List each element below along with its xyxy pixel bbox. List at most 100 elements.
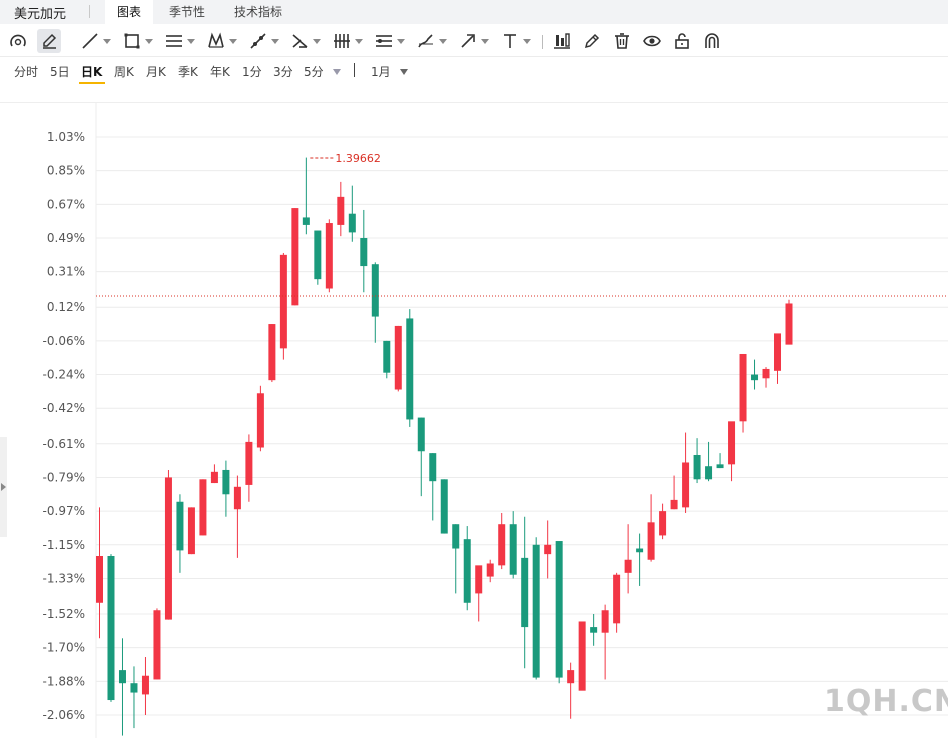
candle[interactable] bbox=[682, 432, 690, 513]
candle[interactable] bbox=[774, 333, 782, 384]
period-1min[interactable]: 1分 bbox=[242, 63, 262, 80]
period-weekly-k[interactable]: 周K bbox=[114, 63, 134, 80]
candle[interactable] bbox=[659, 503, 667, 540]
pen-tool[interactable] bbox=[582, 29, 602, 53]
magnet-toggle[interactable] bbox=[702, 29, 722, 53]
candle[interactable] bbox=[348, 185, 356, 242]
candle[interactable] bbox=[417, 417, 425, 497]
lock-toggle[interactable] bbox=[672, 29, 692, 53]
candle[interactable] bbox=[268, 324, 276, 383]
visibility-toggle[interactable] bbox=[642, 29, 662, 53]
candle[interactable] bbox=[475, 565, 483, 622]
candle[interactable] bbox=[509, 511, 517, 579]
candle[interactable] bbox=[670, 475, 678, 510]
period-intraday[interactable]: 分时 bbox=[14, 63, 38, 80]
candle[interactable] bbox=[578, 621, 586, 691]
candle[interactable] bbox=[601, 604, 609, 680]
candle[interactable] bbox=[463, 526, 471, 611]
parallel-channel-tool[interactable] bbox=[374, 29, 405, 53]
candle[interactable] bbox=[624, 524, 632, 594]
candle[interactable] bbox=[256, 385, 264, 452]
tab-chart[interactable]: 图表 bbox=[105, 0, 154, 24]
candle[interactable] bbox=[567, 662, 575, 719]
candle[interactable] bbox=[613, 572, 621, 633]
period-yearly-k[interactable]: 年K bbox=[210, 63, 230, 80]
candle[interactable] bbox=[383, 340, 391, 379]
range-selector[interactable]: 1月 bbox=[371, 63, 391, 80]
candle[interactable] bbox=[371, 262, 379, 343]
candle[interactable] bbox=[693, 438, 701, 484]
candle-body bbox=[693, 454, 701, 480]
period-5day[interactable]: 5日 bbox=[50, 63, 70, 80]
horizontal-lines-tool[interactable] bbox=[164, 29, 195, 53]
period-quarterly-k[interactable]: 季K bbox=[178, 63, 198, 80]
candle[interactable] bbox=[555, 541, 563, 684]
candle[interactable] bbox=[452, 524, 460, 594]
period-3min[interactable]: 3分 bbox=[273, 63, 293, 80]
brush-tool[interactable] bbox=[416, 29, 447, 53]
candle[interactable] bbox=[590, 613, 598, 646]
candle[interactable] bbox=[739, 353, 747, 433]
delete-drawings-button[interactable] bbox=[612, 29, 632, 53]
line-tool[interactable] bbox=[80, 29, 111, 53]
candle[interactable] bbox=[751, 359, 759, 390]
candle[interactable] bbox=[532, 537, 540, 680]
candle[interactable] bbox=[325, 219, 333, 293]
period-monthly-k[interactable]: 月K bbox=[146, 63, 166, 80]
candle[interactable] bbox=[96, 507, 103, 639]
candle[interactable] bbox=[314, 230, 322, 285]
candle[interactable] bbox=[141, 657, 149, 715]
chevron-down-icon bbox=[145, 38, 153, 44]
candle[interactable] bbox=[245, 434, 253, 502]
magnet-cursor-tool[interactable] bbox=[8, 29, 28, 53]
candle[interactable] bbox=[521, 516, 529, 669]
candle[interactable] bbox=[429, 453, 437, 521]
gann-tool[interactable] bbox=[332, 29, 363, 53]
candle[interactable] bbox=[233, 475, 241, 558]
candle[interactable] bbox=[130, 666, 138, 729]
candle[interactable] bbox=[210, 464, 218, 484]
period-daily-k[interactable]: 日K bbox=[81, 63, 102, 80]
minute-dropdown-arrow-icon[interactable] bbox=[333, 69, 341, 75]
candle-body bbox=[647, 522, 655, 560]
candle[interactable] bbox=[222, 460, 230, 517]
pen-icon bbox=[584, 33, 600, 49]
arrow-tool[interactable] bbox=[458, 29, 489, 53]
candle[interactable] bbox=[337, 181, 345, 237]
expand-arrow-icon[interactable] bbox=[1, 483, 6, 491]
candle[interactable] bbox=[440, 479, 448, 534]
candle[interactable] bbox=[153, 608, 161, 680]
ray-tool[interactable] bbox=[248, 29, 279, 53]
candle[interactable] bbox=[302, 157, 310, 235]
candle[interactable] bbox=[360, 209, 368, 293]
candle[interactable] bbox=[544, 520, 552, 579]
candle[interactable] bbox=[187, 507, 195, 555]
candlestick-chart[interactable]: 1.03% 0.85% 0.67% 0.49% 0.31% 0.12% -0.06% -0.2… bbox=[0, 103, 948, 738]
candle[interactable] bbox=[176, 494, 184, 573]
tab-seasonality[interactable]: 季节性 bbox=[157, 0, 217, 24]
candle[interactable] bbox=[785, 299, 793, 345]
measure-tool[interactable] bbox=[552, 29, 572, 53]
candle[interactable] bbox=[107, 554, 115, 702]
candle[interactable] bbox=[279, 252, 287, 360]
tab-technical-indicators[interactable]: 技术指标 bbox=[222, 0, 294, 24]
candle[interactable] bbox=[705, 441, 713, 482]
candle[interactable] bbox=[647, 494, 655, 562]
candle[interactable] bbox=[394, 325, 402, 392]
fibonacci-tool[interactable] bbox=[290, 29, 321, 53]
text-tool[interactable] bbox=[500, 29, 531, 53]
candle[interactable] bbox=[164, 469, 172, 620]
candle[interactable] bbox=[716, 453, 724, 469]
period-5min[interactable]: 5分 bbox=[304, 63, 324, 80]
rectangle-tool[interactable] bbox=[122, 29, 153, 53]
range-dropdown-arrow-icon[interactable] bbox=[400, 69, 408, 75]
candle[interactable] bbox=[728, 421, 736, 482]
candle[interactable] bbox=[291, 208, 299, 306]
candle[interactable] bbox=[498, 512, 506, 570]
candle[interactable] bbox=[406, 309, 414, 427]
pattern-tool[interactable] bbox=[206, 29, 237, 53]
candle[interactable] bbox=[118, 638, 126, 736]
candle[interactable] bbox=[762, 367, 770, 388]
edit-tool[interactable] bbox=[37, 29, 61, 53]
candle[interactable] bbox=[199, 479, 207, 536]
